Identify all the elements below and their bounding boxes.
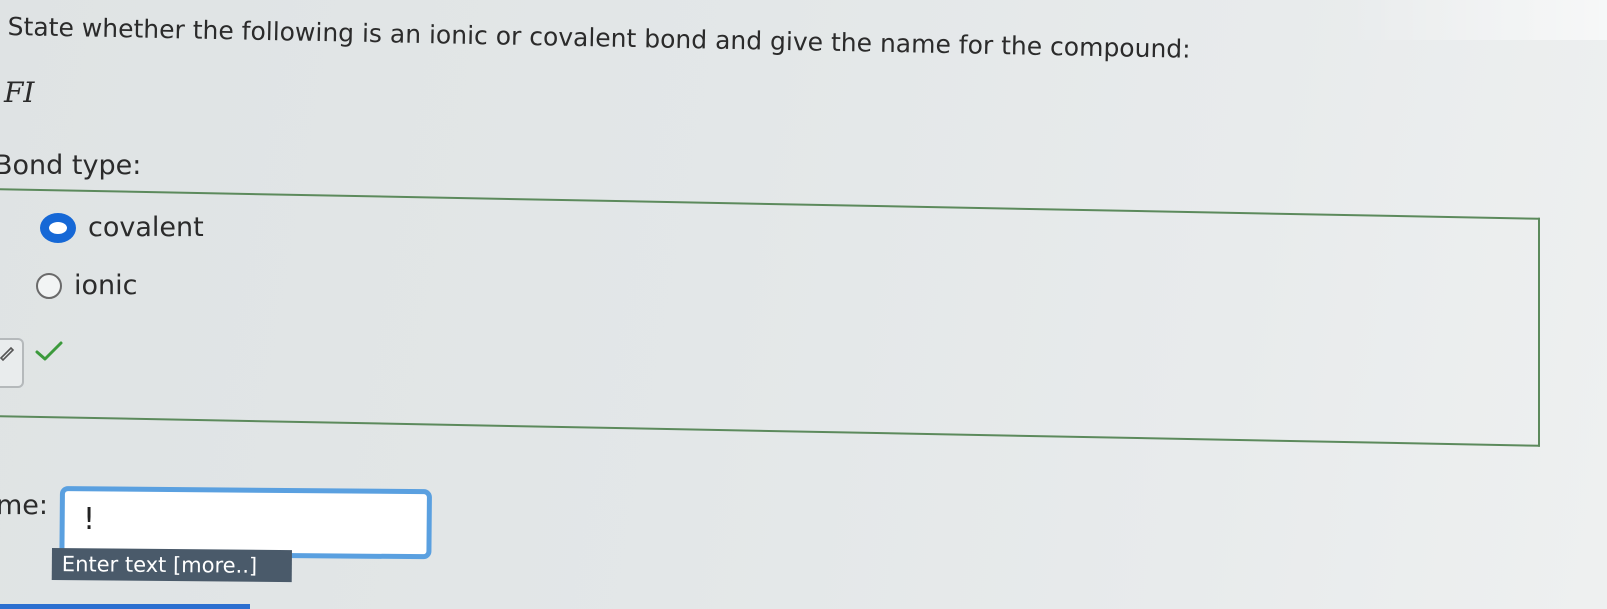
option-label-ionic: ionic xyxy=(74,270,138,301)
bottom-progress-bar xyxy=(0,604,250,609)
pencil-icon xyxy=(0,346,15,362)
bond-type-label: Bond type: xyxy=(0,150,142,181)
edit-pencil-icon[interactable] xyxy=(0,338,24,388)
radio-unselected-icon[interactable] xyxy=(36,272,62,299)
bond-type-answer-box xyxy=(0,188,1540,447)
text-caret: ! xyxy=(80,502,99,537)
radio-option-ionic[interactable]: ionic xyxy=(36,270,137,301)
option-label-covalent: covalent xyxy=(88,212,204,243)
question-prompt: State whether the following is an ionic … xyxy=(7,12,1191,64)
name-label: me: xyxy=(0,490,49,521)
compound-formula: FI xyxy=(4,76,35,109)
check-icon xyxy=(35,341,63,361)
radio-selected-icon[interactable] xyxy=(40,212,76,243)
radio-option-covalent[interactable]: covalent xyxy=(40,212,204,243)
screen-glare xyxy=(1347,0,1607,40)
enter-text-more-link[interactable]: Enter text [more..] xyxy=(51,548,292,583)
